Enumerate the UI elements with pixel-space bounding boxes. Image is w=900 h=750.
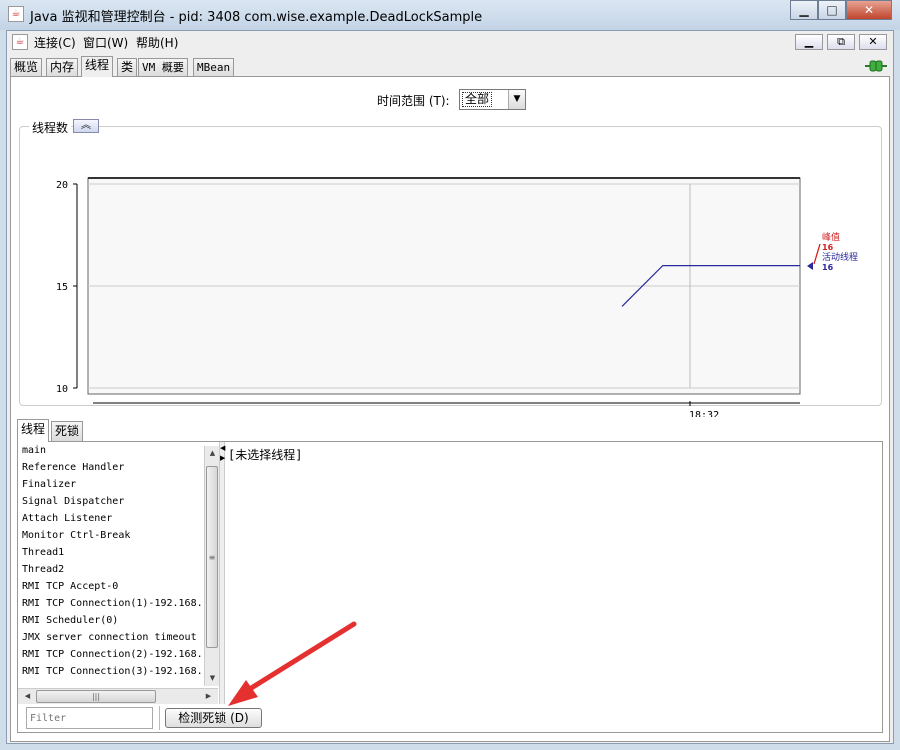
thread-count-chart: 10152018:32峰值16活动线程16 xyxy=(56,177,858,417)
tab-threads[interactable]: 线程 xyxy=(81,56,114,77)
toolbar-divider xyxy=(159,706,160,730)
window-close-button[interactable]: ✕ xyxy=(846,0,892,20)
scroll-up-icon[interactable]: ▲ xyxy=(205,446,220,461)
thread-detail-panel: main Reference Handler Finalizer Signal Dis… xyxy=(17,441,883,733)
legend-active-label: 活动线程 xyxy=(822,251,858,263)
thread-list-item[interactable]: Thread2 xyxy=(18,561,214,578)
tab-vm-summary[interactable]: VM 概要 xyxy=(138,58,188,76)
frame-close-button[interactable]: ✕ xyxy=(859,34,887,50)
legend-peak-label: 峰值 xyxy=(822,231,840,243)
tab-classes[interactable]: 类 xyxy=(117,58,138,76)
frame-restore-button[interactable]: ⧉ xyxy=(827,34,855,50)
thread-list-item[interactable]: Attach Listener xyxy=(18,510,214,527)
connection-status-icon xyxy=(865,60,887,72)
thread-list-item[interactable]: Reference Handler xyxy=(18,459,214,476)
hscroll-thumb[interactable]: ||| xyxy=(36,690,156,703)
y-tick-label: 15 xyxy=(56,282,68,293)
collapse-left-icon[interactable]: ◀ xyxy=(220,444,225,452)
java-cup-icon[interactable]: ☕ xyxy=(12,34,28,50)
legend-peak-marker xyxy=(813,243,821,265)
threads-tab-content: 时间范围 (T): 全部 ▼ 线程数 ︽ 10 15 20 18:32 峰值 16 活动线程… xyxy=(10,76,890,742)
window-titlebar: ☕ Java 监视和管理控制台 - pid: 3408 com.wise.exa… xyxy=(0,0,900,30)
window-minimize-button[interactable]: ▁ xyxy=(790,0,818,20)
main-tabs: 概览 内存 线程 类 VM 概要 MBean xyxy=(7,56,893,77)
thread-list-item[interactable]: RMI TCP Connection(3)-192.168. xyxy=(18,663,214,680)
tab-mbean[interactable]: MBean xyxy=(193,58,235,76)
thread-filter-input[interactable] xyxy=(26,707,153,729)
thread-list-item[interactable]: RMI TCP Connection(2)-192.168. xyxy=(18,646,214,663)
menu-help[interactable]: 帮助(H) xyxy=(136,34,178,51)
tab-memory[interactable]: 内存 xyxy=(46,58,79,76)
thread-list-item[interactable]: main xyxy=(18,442,214,459)
legend-peak-value: 16 xyxy=(822,243,834,252)
frame-minimize-button[interactable]: ▁ xyxy=(795,34,823,50)
thread-list-vscroll[interactable]: ▲ ≡ ▼ xyxy=(204,446,219,686)
window-maximize-button[interactable]: □ xyxy=(818,0,846,20)
y-tick-label: 10 xyxy=(56,384,68,395)
split-pane-divider[interactable]: ◀ ▶ xyxy=(219,442,225,704)
internal-frame: ☕ 连接(C) 窗口(W) 帮助(H) ▁ ⧉ ✕ 概览 内存 线程 类 VM … xyxy=(6,30,894,744)
thread-list-item[interactable]: Finalizer xyxy=(18,476,214,493)
java-cup-icon: ☕ xyxy=(8,6,24,22)
tab-deadlock[interactable]: 死锁 xyxy=(51,421,84,441)
scroll-down-icon[interactable]: ▼ xyxy=(205,671,220,686)
tab-thread-list[interactable]: 线程 xyxy=(17,419,50,442)
menu-connection[interactable]: 连接(C) xyxy=(34,34,76,51)
thread-list-item[interactable]: Thread1 xyxy=(18,544,214,561)
legend-active-marker xyxy=(807,262,813,270)
thread-list-item[interactable]: JMX server connection timeout xyxy=(18,629,214,646)
y-tick-label: 20 xyxy=(56,180,68,191)
thread-list-item[interactable]: Monitor Ctrl-Break xyxy=(18,527,214,544)
tab-overview[interactable]: 概览 xyxy=(10,58,43,76)
menu-window[interactable]: 窗口(W) xyxy=(83,34,128,51)
expand-right-icon[interactable]: ▶ xyxy=(220,454,225,462)
scroll-left-icon[interactable]: ◀ xyxy=(20,689,35,704)
legend-active-value: 16 xyxy=(822,263,834,272)
thread-detail-text: [未选择线程] xyxy=(228,448,303,462)
detect-deadlock-button[interactable]: 检测死锁 (D) xyxy=(165,708,262,728)
thread-list-item[interactable]: Signal Dispatcher xyxy=(18,493,214,510)
scroll-right-icon[interactable]: ▶ xyxy=(201,689,216,704)
scroll-thumb[interactable]: ≡ xyxy=(206,466,218,648)
thread-list-item[interactable]: RMI TCP Connection(1)-192.168. xyxy=(18,595,214,612)
x-tick-label: 18:32 xyxy=(689,410,719,417)
thread-list-item[interactable]: RMI Scheduler(0) xyxy=(18,612,214,629)
thread-list[interactable]: main Reference Handler Finalizer Signal Dis… xyxy=(18,442,214,686)
thread-list-hscroll[interactable]: ◀ ||| ▶ xyxy=(18,688,218,704)
window-title: Java 监视和管理控制台 - pid: 3408 com.wise.examp… xyxy=(30,10,483,25)
thread-list-item[interactable]: RMI TCP Accept-0 xyxy=(18,578,214,595)
menubar: ☕ 连接(C) 窗口(W) 帮助(H) ▁ ⧉ ✕ xyxy=(7,31,893,53)
